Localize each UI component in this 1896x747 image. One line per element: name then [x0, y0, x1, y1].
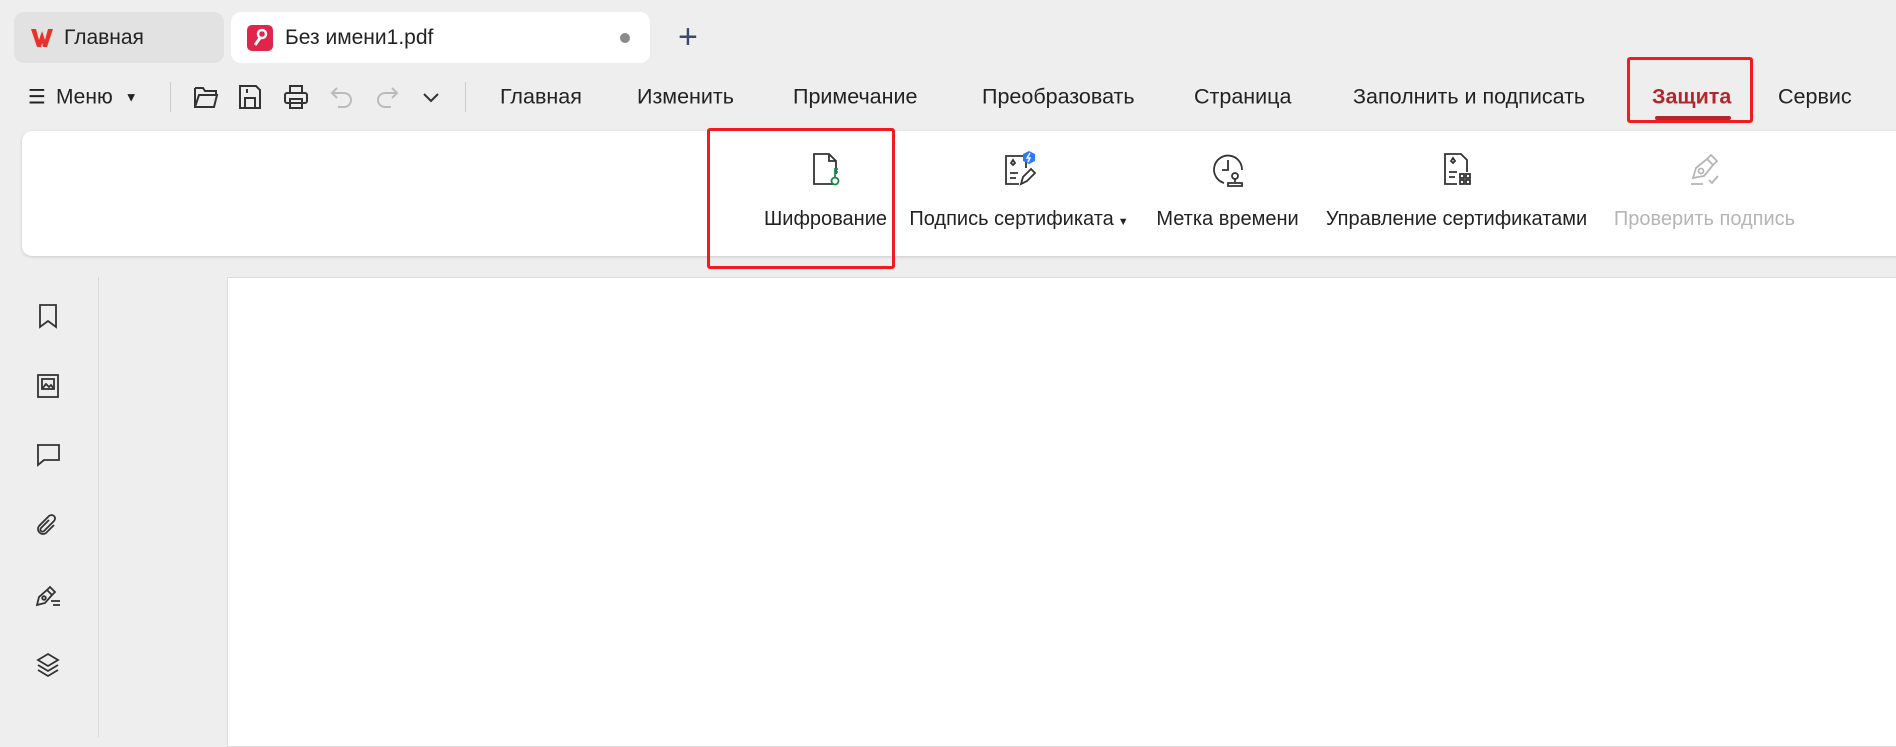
open-folder-icon[interactable] — [193, 84, 219, 110]
ribbon-tab-edit[interactable]: Изменить — [637, 85, 734, 110]
print-icon[interactable] — [283, 84, 309, 110]
save-icon[interactable] — [237, 84, 263, 110]
menu-label: Меню — [55, 85, 113, 108]
highlight-box — [707, 128, 895, 269]
timestamp-button[interactable]: Метка времени — [1153, 150, 1302, 240]
wps-logo-icon — [31, 28, 53, 47]
pdf-icon — [247, 24, 273, 51]
chevron-down-icon: ▼ — [124, 89, 138, 105]
thumbnail-icon[interactable] — [34, 372, 62, 400]
button-label-text: Подпись сертификата — [909, 208, 1114, 230]
redo-icon[interactable] — [374, 84, 400, 110]
divider — [465, 82, 466, 112]
certificate-signature-button[interactable]: Подпись сертификата ▼ — [906, 150, 1132, 240]
chevron-down-icon[interactable] — [418, 84, 444, 110]
undo-icon[interactable] — [329, 84, 355, 110]
timestamp-icon — [1212, 154, 1243, 187]
verify-signature-icon — [1690, 153, 1719, 185]
tab-label: Без имени1.pdf — [285, 25, 434, 49]
ribbon-tab-fill-sign[interactable]: Заполнить и подписать — [1353, 85, 1585, 110]
bookmark-icon[interactable] — [34, 302, 62, 330]
document-page[interactable] — [227, 277, 1896, 747]
ribbon-tab-service[interactable]: Сервис — [1778, 85, 1852, 110]
tab-document[interactable]: Без имени1.pdf — [231, 12, 650, 63]
tab-label: Главная — [64, 25, 144, 49]
tab-home[interactable]: Главная — [14, 12, 224, 63]
certificate-manage-icon — [1443, 153, 1471, 185]
verify-signature-button[interactable]: Проверить подпись — [1609, 150, 1800, 240]
menu-button[interactable]: ☰ Меню ▼ — [28, 85, 138, 110]
comment-icon[interactable] — [34, 441, 62, 469]
ribbon-tab-home[interactable]: Главная — [500, 85, 582, 110]
button-label: Проверить подпись — [1613, 208, 1796, 230]
unsaved-indicator — [620, 33, 630, 43]
button-label: Подпись сертификата ▼ — [909, 208, 1128, 231]
ribbon-tab-page[interactable]: Страница — [1194, 85, 1291, 110]
left-sidebar — [0, 277, 99, 737]
layers-icon[interactable] — [34, 651, 62, 679]
attachment-icon[interactable] — [34, 511, 62, 539]
signature-icon[interactable] — [34, 581, 62, 609]
highlight-box — [1627, 57, 1753, 123]
ribbon-tab-convert[interactable]: Преобразовать — [982, 85, 1135, 110]
menu-icon: ☰ — [28, 86, 46, 109]
divider — [170, 82, 171, 112]
certificate-management-button[interactable]: Управление сертификатами — [1323, 150, 1590, 240]
chevron-down-icon: ▼ — [1117, 216, 1129, 228]
button-label: Управление сертификатами — [1325, 208, 1588, 230]
ribbon-tab-comment[interactable]: Примечание — [793, 85, 917, 110]
new-tab-button[interactable]: + — [678, 18, 698, 56]
button-label: Метка времени — [1156, 208, 1299, 230]
certificate-sign-icon — [1005, 151, 1037, 186]
